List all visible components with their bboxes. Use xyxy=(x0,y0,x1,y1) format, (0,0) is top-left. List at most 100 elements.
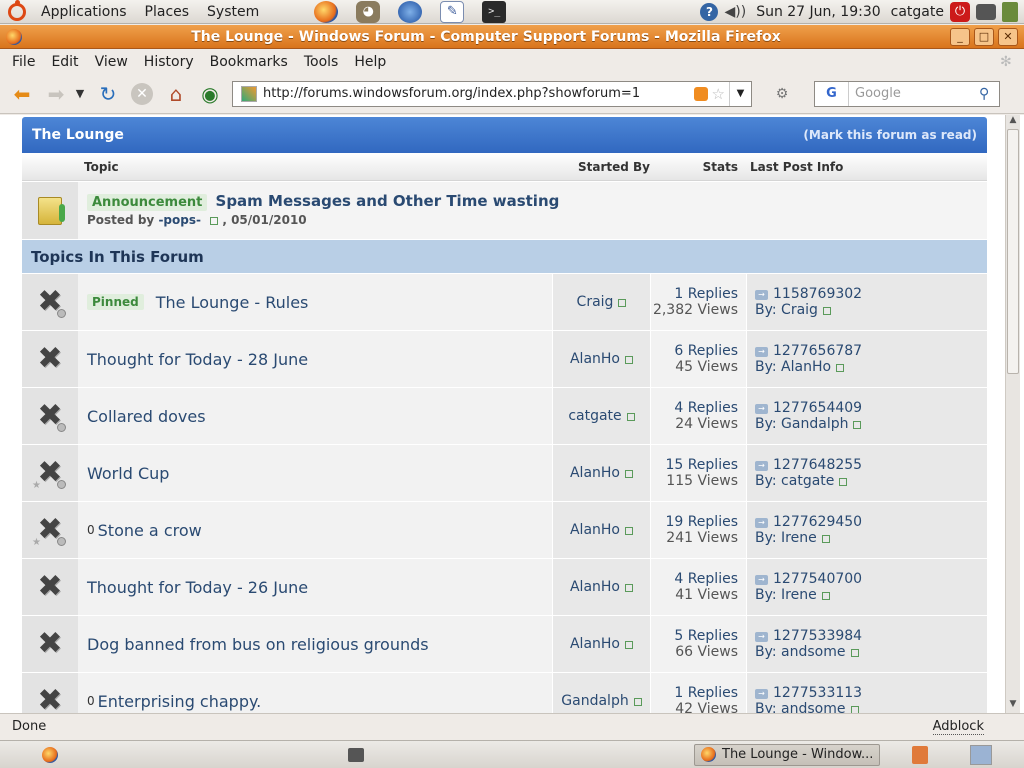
goto-last-post-icon[interactable]: → xyxy=(755,632,768,642)
profile-popup-icon[interactable] xyxy=(618,299,627,307)
terminal-launcher-icon[interactable]: >_ xyxy=(482,0,507,23)
last-poster-link[interactable]: andsome xyxy=(781,701,845,713)
workspace-1[interactable] xyxy=(970,744,992,765)
col-topic[interactable]: Topic xyxy=(84,160,554,174)
topic-title-link[interactable]: Collared doves xyxy=(87,407,206,426)
power-icon[interactable]: ⏻ xyxy=(950,1,970,22)
goto-last-post-icon[interactable]: → xyxy=(755,518,768,528)
menu-edit[interactable]: Edit xyxy=(45,54,84,70)
last-poster-link[interactable]: catgate xyxy=(781,473,834,489)
maximize-button[interactable]: □ xyxy=(974,27,994,46)
menu-file[interactable]: File xyxy=(6,54,41,70)
search-box[interactable]: G Google ⚲ xyxy=(814,80,1000,107)
topic-title-link[interactable]: Dog banned from bus on religious grounds xyxy=(87,635,429,654)
profile-popup-icon[interactable] xyxy=(836,364,845,372)
username[interactable]: catgate xyxy=(891,4,944,20)
col-stats[interactable]: Stats xyxy=(674,160,738,174)
text-editor-launcher-icon[interactable]: ✎ xyxy=(440,0,465,23)
last-post-link[interactable]: 1277540700 xyxy=(773,571,862,587)
clock[interactable]: Sun 27 Jun, 19:30 xyxy=(756,4,880,20)
search-icon[interactable]: ⚲ xyxy=(979,86,999,102)
last-post-link[interactable]: 1277629450 xyxy=(773,514,862,530)
attachment-icon[interactable]: 0 xyxy=(87,523,95,537)
topic-replies[interactable]: 4 Replies xyxy=(674,571,738,587)
profile-popup-icon[interactable] xyxy=(626,413,635,421)
last-poster-link[interactable]: Irene xyxy=(781,587,817,603)
last-poster-link[interactable]: Irene xyxy=(781,530,817,546)
help-icon[interactable]: ? xyxy=(700,2,719,21)
announcement-author-link[interactable]: -pops- xyxy=(158,213,201,227)
gimp-launcher-icon[interactable]: ◕ xyxy=(356,0,381,23)
back-button[interactable]: ⬅ xyxy=(8,80,36,108)
last-post-link[interactable]: 1277533984 xyxy=(773,628,862,644)
reload-button[interactable]: ↻ xyxy=(94,80,122,108)
mark-read-link[interactable]: (Mark this forum as read) xyxy=(803,128,977,142)
topic-title-link[interactable]: Thought for Today - 26 June xyxy=(87,578,308,597)
url-text[interactable]: http://forums.windowsforum.org/index.php… xyxy=(263,86,694,101)
topic-starter-link[interactable]: AlanHo xyxy=(570,579,620,595)
system-menu[interactable]: System xyxy=(198,4,268,20)
goto-last-post-icon[interactable]: → xyxy=(755,575,768,585)
home-button[interactable]: ⌂ xyxy=(162,80,190,108)
search-engine-icon[interactable]: G xyxy=(815,81,849,106)
addon-icon[interactable]: ⚙ xyxy=(768,80,796,108)
firefox-task-button[interactable]: The Lounge - Window... xyxy=(694,743,880,766)
goto-last-post-icon[interactable]: → xyxy=(755,461,768,471)
profile-popup-icon[interactable] xyxy=(839,478,848,486)
goto-last-post-icon[interactable]: → xyxy=(755,404,768,414)
places-menu[interactable]: Places xyxy=(136,4,199,20)
announcement-title-link[interactable]: Spam Messages and Other Time wasting xyxy=(216,192,560,210)
firefox-window-icon[interactable] xyxy=(6,28,22,45)
scroll-thumb[interactable] xyxy=(1007,129,1019,374)
topic-starter-link[interactable]: AlanHo xyxy=(570,351,620,367)
firefox-launcher-icon[interactable] xyxy=(314,0,339,23)
attachment-icon[interactable]: 0 xyxy=(87,694,95,708)
profile-popup-icon[interactable] xyxy=(853,421,862,429)
profile-popup-icon[interactable] xyxy=(633,698,642,706)
menu-tools[interactable]: Tools xyxy=(298,54,345,70)
minimize-button[interactable]: _ xyxy=(950,27,970,46)
menu-view[interactable]: View xyxy=(89,54,134,70)
topic-replies[interactable]: 1 Replies xyxy=(674,685,738,701)
calculator-icon[interactable] xyxy=(1002,1,1018,22)
topic-replies[interactable]: 15 Replies xyxy=(665,457,738,473)
thunderbird-launcher-icon[interactable] xyxy=(398,0,423,23)
address-bar[interactable]: http://forums.windowsforum.org/index.php… xyxy=(232,80,752,107)
topic-replies[interactable]: 4 Replies xyxy=(674,400,738,416)
last-poster-link[interactable]: Craig xyxy=(781,302,818,318)
topic-starter-link[interactable]: AlanHo xyxy=(570,636,620,652)
profile-popup-icon[interactable] xyxy=(821,592,830,600)
show-desktop-icon[interactable] xyxy=(348,747,364,762)
menu-help[interactable]: Help xyxy=(348,54,392,70)
topic-starter-link[interactable]: catgate xyxy=(568,408,621,424)
bookmark-star-icon[interactable]: ☆ xyxy=(712,85,725,103)
profile-popup-icon[interactable] xyxy=(850,706,859,713)
profile-popup-icon[interactable] xyxy=(850,649,859,657)
last-post-link[interactable]: 1277654409 xyxy=(773,400,862,416)
adblock-button[interactable]: Adblock xyxy=(932,719,984,735)
vertical-scrollbar[interactable]: ▲ ▼ xyxy=(1005,115,1020,713)
url-dropdown-button[interactable]: ▼ xyxy=(729,81,751,106)
rss-feed-icon[interactable] xyxy=(693,86,708,101)
greasemonkey-icon[interactable]: ◉ xyxy=(196,80,224,108)
topic-starter-link[interactable]: Craig xyxy=(577,294,614,310)
last-post-link[interactable]: 1158769302 xyxy=(773,286,862,302)
topic-title-link[interactable]: Enterprising chappy. xyxy=(98,692,262,711)
col-started-by[interactable]: Started By xyxy=(554,160,674,174)
firefox-panel-icon[interactable] xyxy=(42,746,58,763)
topic-starter-link[interactable]: AlanHo xyxy=(570,465,620,481)
last-post-link[interactable]: 1277656787 xyxy=(773,343,862,359)
volume-icon[interactable]: ◀)) xyxy=(724,4,746,20)
history-dropdown-button[interactable]: ▼ xyxy=(72,80,88,108)
goto-last-post-icon[interactable]: → xyxy=(755,689,768,699)
profile-popup-icon[interactable] xyxy=(822,307,831,315)
profile-popup-icon[interactable] xyxy=(625,470,633,478)
profile-popup-icon[interactable] xyxy=(821,535,830,543)
menu-history[interactable]: History xyxy=(138,54,200,70)
last-poster-link[interactable]: AlanHo xyxy=(781,359,831,375)
topic-starter-link[interactable]: Gandalph xyxy=(561,693,628,709)
applications-menu[interactable]: Applications xyxy=(32,4,136,20)
trash-icon[interactable] xyxy=(912,745,928,764)
topic-replies[interactable]: 1 Replies xyxy=(674,286,738,302)
profile-popup-icon[interactable] xyxy=(625,356,633,364)
